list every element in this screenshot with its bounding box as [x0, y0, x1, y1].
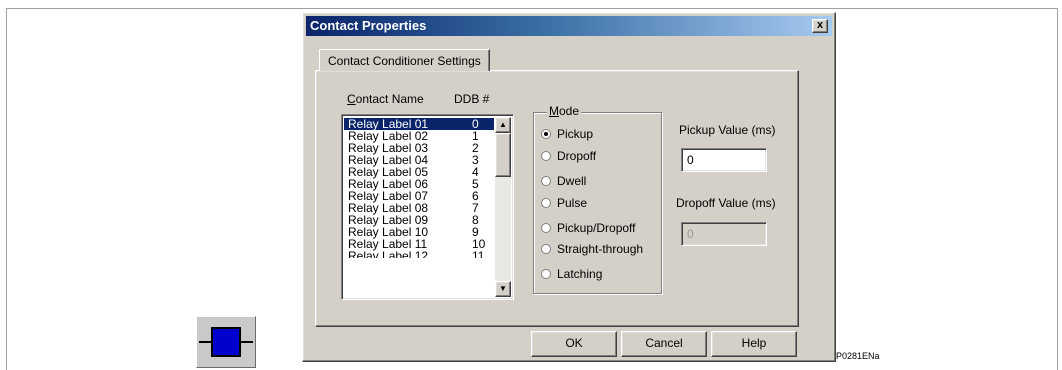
dropoff-value-label: Dropoff Value (ms): [676, 196, 776, 210]
list-scrollbar[interactable]: ▲ ▼: [495, 117, 511, 297]
radio-label: Latching: [557, 267, 603, 281]
list-item-label: Relay Label 11: [348, 237, 428, 251]
mode-radio-pulse[interactable]: Pulse: [541, 195, 587, 211]
radio-label: Pulse: [557, 196, 588, 210]
help-button[interactable]: Help: [711, 331, 797, 357]
contact-listbox[interactable]: Relay Label 01 0 Relay Label 02 1 Relay Labe…: [341, 114, 514, 300]
mode-radio-pickup[interactable]: Pickup: [541, 126, 593, 142]
title-bar[interactable]: Contact Properties x: [306, 16, 832, 36]
radio-circle-icon: [541, 198, 551, 208]
dialog-title: Contact Properties: [310, 18, 427, 33]
tab-contact-conditioner-settings[interactable]: Contact Conditioner Settings: [319, 49, 490, 71]
radio-circle-icon: [541, 129, 551, 139]
mode-radio-latching[interactable]: Latching: [541, 266, 602, 282]
close-icon: x: [816, 19, 824, 31]
scroll-down-button[interactable]: ▼: [495, 281, 511, 297]
radio-label: Dwell: [557, 174, 587, 188]
mode-radio-dwell[interactable]: Dwell: [541, 173, 586, 189]
scroll-up-button[interactable]: ▲: [495, 117, 511, 133]
radio-circle-icon: [541, 244, 551, 254]
ddb-header: DDB #: [454, 92, 490, 106]
list-item-ddb: 10: [472, 237, 486, 251]
list-item-ddb: 11: [472, 250, 485, 258]
radio-label: Straight-through: [557, 242, 644, 256]
mode-radio-straight-through[interactable]: Straight-through: [541, 241, 643, 257]
ok-button[interactable]: OK: [531, 331, 617, 357]
pickup-value-label: Pickup Value (ms): [679, 123, 776, 137]
contact-name-header: Contact Name: [347, 92, 424, 106]
list-item-label: Relay Label 12: [348, 250, 429, 258]
contact-properties-dialog: Contact Properties x Contact Conditioner…: [302, 12, 836, 362]
scroll-down-icon: ▼: [499, 284, 507, 293]
mode-radio-pickup-dropoff[interactable]: Pickup/Dropoff: [541, 220, 636, 236]
cancel-button[interactable]: Cancel: [621, 331, 707, 357]
radio-circle-icon: [541, 176, 551, 186]
radio-circle-icon: [541, 151, 551, 161]
radio-label: Dropoff: [557, 149, 597, 163]
dropoff-value-input: 0: [681, 222, 767, 246]
mode-radio-dropoff[interactable]: Dropoff: [541, 148, 596, 164]
pickup-value-input[interactable]: 0: [681, 148, 767, 172]
close-button[interactable]: x: [812, 19, 828, 33]
mode-group-label: Mode: [547, 104, 582, 118]
tab-label: Contact Conditioner Settings: [328, 54, 481, 68]
contact-block-tile: [196, 316, 256, 368]
list-item[interactable]: Relay Label 11 10: [344, 238, 494, 250]
radio-label: Pickup/Dropoff: [557, 221, 636, 235]
list-item[interactable]: Relay Label 12 11: [344, 250, 494, 258]
scroll-thumb[interactable]: [495, 133, 511, 177]
scroll-up-icon: ▲: [499, 120, 507, 129]
radio-circle-icon: [541, 223, 551, 233]
figure-code: P0281ENa: [836, 351, 880, 361]
radio-label: Pickup: [557, 127, 594, 141]
radio-circle-icon: [541, 269, 551, 279]
contact-block-icon: [199, 327, 253, 357]
